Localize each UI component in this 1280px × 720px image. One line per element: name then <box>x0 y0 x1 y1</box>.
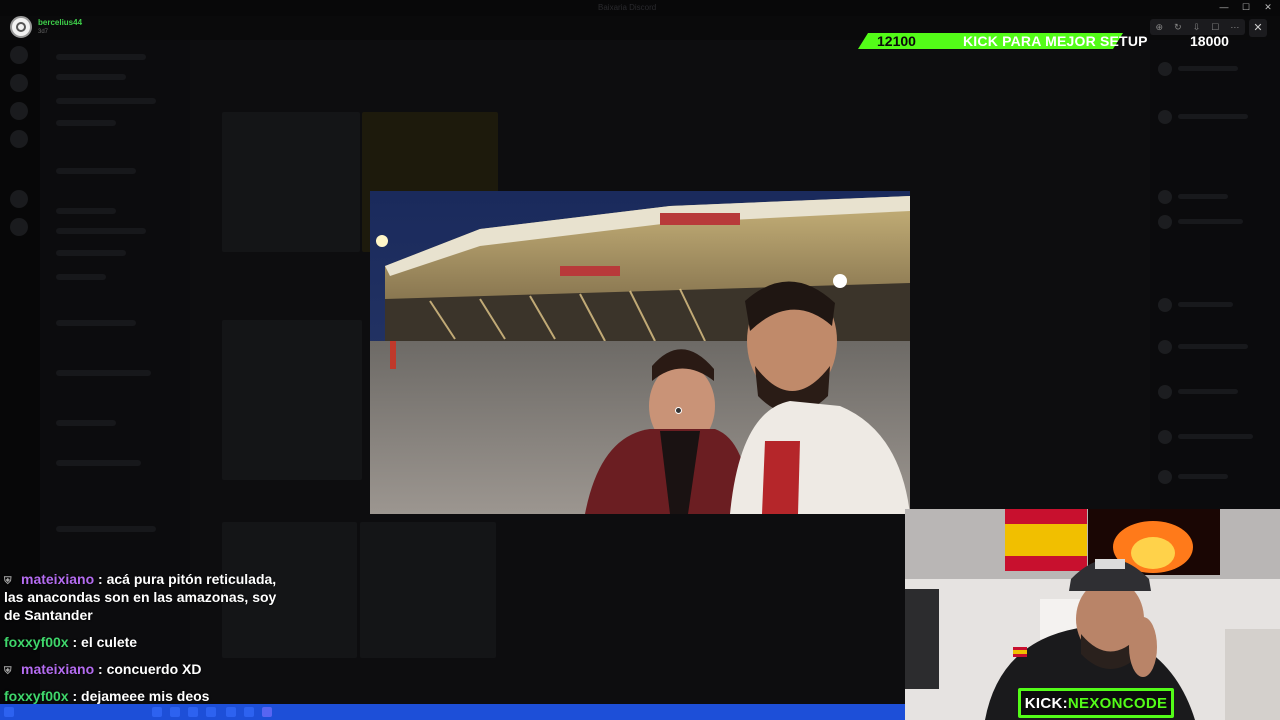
minimize-icon[interactable]: — <box>1218 2 1230 12</box>
stream-user-badge: bercelius44 3d7 <box>10 16 82 38</box>
window-title: Baixaria Discord <box>598 3 657 12</box>
chat-badge-icon: ⛨ <box>4 666 12 677</box>
taskbar-app-icon[interactable] <box>226 707 236 717</box>
user-name: bercelius44 <box>38 18 83 27</box>
goal-current-value: 12100 <box>877 33 916 49</box>
title-bar: Baixaria Discord <box>0 0 1280 16</box>
chat-message: foxxyf00x : dejameee mis deos <box>4 688 210 704</box>
taskbar-app-icon[interactable] <box>152 707 162 717</box>
taskbar-app-icon[interactable] <box>170 707 180 717</box>
discord-taskbar-icon[interactable] <box>262 707 272 717</box>
close-viewer-button[interactable]: ✕ <box>1249 19 1267 37</box>
chat-username: mateixiano <box>21 571 95 587</box>
taskbar-app-icon[interactable] <box>188 707 198 717</box>
chat-username: mateixiano <box>21 661 95 677</box>
download-icon[interactable]: ⇩ <box>1193 22 1201 32</box>
stream-chat: ⛨ mateixiano : acá pura pitón reticulada,… <box>4 570 294 714</box>
zoom-icon[interactable]: ⊕ <box>1156 22 1164 32</box>
user-avatar-icon <box>10 16 32 38</box>
rotate-icon[interactable]: ↻ <box>1174 22 1182 32</box>
chat-text: dejameee mis deos <box>81 688 210 704</box>
mouse-cursor <box>675 407 682 414</box>
taskbar-app-icon[interactable] <box>206 707 216 717</box>
chat-username: foxxyf00x <box>4 634 69 650</box>
server-icon[interactable] <box>10 218 28 236</box>
open-external-icon[interactable]: ☐ <box>1211 22 1219 32</box>
server-icon[interactable] <box>10 130 28 148</box>
window-controls: — ☐ ✕ <box>1218 2 1274 12</box>
taskbar-app-icon[interactable] <box>244 707 254 717</box>
enlarged-photo <box>370 191 910 514</box>
server-icon[interactable] <box>10 190 28 208</box>
user-sub: 3d7 <box>38 29 49 35</box>
goal-label: KICK PARA MEJOR SETUP <box>963 33 1148 49</box>
more-options-icon[interactable]: ⋯ <box>1230 22 1239 32</box>
server-icon[interactable] <box>10 46 28 64</box>
chat-badge-icon: ⛨ <box>4 576 12 587</box>
chat-text: concuerdo XD <box>106 661 202 677</box>
chat-message: ⛨ mateixiano : acá pura pitón reticulada,… <box>4 571 277 623</box>
server-icon[interactable] <box>10 102 28 120</box>
kick-channel-name: NEXONCODE <box>1067 694 1168 712</box>
chat-text: el culete <box>81 634 138 650</box>
stadium-photo-image <box>370 191 910 514</box>
chat-message: ⛨ mateixiano : concuerdo XD <box>4 661 202 677</box>
start-icon[interactable] <box>4 707 14 717</box>
kick-channel-tag: KICK: NEXONCODE <box>1018 688 1174 718</box>
goal-target-value: 18000 <box>1190 33 1229 49</box>
chat-username: foxxyf00x <box>4 688 69 704</box>
taskbar <box>0 704 905 720</box>
maximize-icon[interactable]: ☐ <box>1240 2 1252 12</box>
server-icon[interactable] <box>10 74 28 92</box>
close-window-icon[interactable]: ✕ <box>1262 2 1274 12</box>
chat-message: foxxyf00x : el culete <box>4 634 138 650</box>
kick-label: KICK: <box>1024 694 1068 712</box>
